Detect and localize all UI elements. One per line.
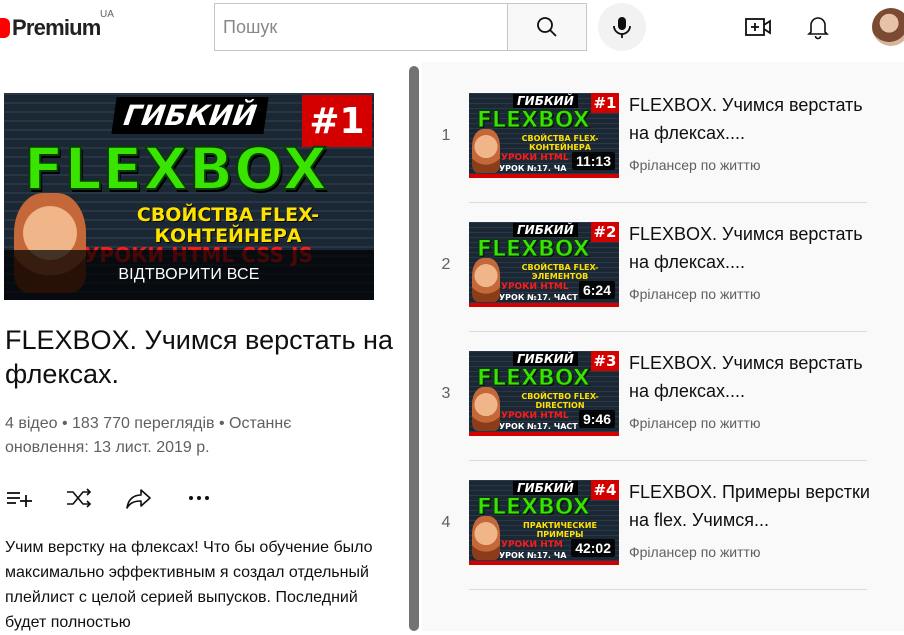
create-video-icon [745,18,771,36]
thumb-gibkiy-label: ГИБКИЙ [111,97,269,134]
avatar[interactable] [872,8,904,46]
list-item[interactable]: 1 ГИБКИЙ #1 FLEXBOX СВОЙСТВА FLEX-КОНТЕЙ… [422,93,904,222]
bell-icon [807,17,829,40]
video-thumbnail[interactable]: ГИБКИЙ #2 FLEXBOX СВОЙСТВА FLEX-ЭЛЕМЕНТО… [469,222,619,307]
search-box[interactable] [214,3,508,51]
video-index: 4 [441,514,451,531]
video-title[interactable]: FLEXBOX. Учимся верстать на флексах.... [629,91,879,147]
playlist-actions [6,486,226,510]
scrollbar[interactable] [409,66,419,631]
thumb-urok: УРОК №17. ЧА [499,551,567,560]
video-duration: 42:02 [571,539,615,557]
author-face-illustration [472,129,500,173]
search-button[interactable] [507,3,587,51]
thumb-subtitle: СВОЙСТВО FLEX-DIRECTION [521,392,599,410]
playlist-header-panel: ГИБКИЙ #1 FLEXBOX СВОЙСТВА FLEX-КОНТЕЙНЕ… [0,62,410,631]
thumb-urok: УРОК №17. ЧАСТ [499,293,578,302]
search-icon [537,17,557,37]
thumb-lessons: УРОКИ HTML [501,411,569,421]
thumb-subtitle: СВОЙСТВА FLEX-ЭЛЕМЕНТОВ [521,263,599,281]
create-button[interactable] [744,13,772,41]
add-to-queue-icon [7,492,32,507]
playlist-description: Учим верстку на флексах! Что бы обучение… [5,539,373,631]
thumb-urok: УРОК №17. ЧАСТ [499,422,578,431]
thumb-lessons: УРОКИ HTML [501,153,569,163]
thumb-number-badge: #3 [591,351,619,371]
thumb-red-bar [469,432,619,436]
author-face-illustration [472,516,500,560]
thumb-subtitle: СВОЙСТВА FLEX-КОНТЕЙНЕРА [136,204,320,247]
channel-name[interactable]: Фрілансер по життю [629,415,760,431]
channel-name[interactable]: Фрілансер по життю [629,157,760,173]
playlist-video-list: 1 ГИБКИЙ #1 FLEXBOX СВОЙСТВА FLEX-КОНТЕЙ… [422,62,904,631]
thumb-number-badge: #1 [591,93,619,113]
search-input[interactable] [223,16,508,38]
list-item[interactable]: 2 ГИБКИЙ #2 FLEXBOX СВОЙСТВА FLEX-ЭЛЕМЕН… [422,222,904,351]
thumb-subtitle: СВОЙСТВА FLEX-КОНТЕЙНЕРА [521,134,599,152]
thumb-gibkiy-label: ГИБКИЙ [513,94,578,108]
thumb-gibkiy-label: ГИБКИЙ [513,481,578,495]
thumb-lessons: УРОКИ HTML [501,282,569,292]
thumb-subtitle: ПРАКТИЧЕСКИЕ ПРИМЕРЫ [523,521,597,539]
add-to-queue-button[interactable] [6,486,32,510]
video-thumbnail[interactable]: ГИБКИЙ #4 FLEXBOX ПРАКТИЧЕСКИЕ ПРИМЕРЫ У… [469,480,619,565]
author-face-illustration [472,387,500,431]
thumb-urok: УРОК №17. ЧА [499,164,567,173]
thumb-red-bar [469,303,619,307]
top-header: Premium UA [0,0,904,56]
notifications-button[interactable] [804,13,832,41]
thumb-lessons: УРОКИ HTM [501,540,563,550]
thumb-red-bar [469,561,619,565]
thumb-flexbox-text: FLEXBOX [477,366,591,392]
video-title[interactable]: FLEXBOX. Учимся верстать на флексах.... [629,220,879,276]
mic-icon [613,17,631,38]
play-all-button[interactable]: ВІДТВОРИТИ ВСЕ [4,250,374,300]
video-duration: 11:13 [571,152,615,170]
video-title[interactable]: FLEXBOX. Учимся верстать на флексах.... [629,349,879,405]
thumb-flexbox-text: FLEXBOX [477,237,591,263]
video-thumbnail[interactable]: ГИБКИЙ #3 FLEXBOX СВОЙСТВО FLEX-DIRECTIO… [469,351,619,436]
thumb-flexbox-text: FLEXBOX [477,495,591,521]
playlist-stats: 4 відео • 183 770 переглядів • Останнє о… [5,415,292,456]
video-title[interactable]: FLEXBOX. Примеры верстки на flex. Учимся… [629,478,879,534]
youtube-premium-logo[interactable]: Premium [0,14,101,42]
play-all-label: ВІДТВОРИТИ ВСЕ [118,266,260,283]
video-index: 2 [441,256,451,273]
list-item[interactable]: 4 ГИБКИЙ #4 FLEXBOX ПРАКТИЧЕСКИЕ ПРИМЕРЫ… [422,480,904,609]
divider [469,202,867,203]
video-duration: 6:24 [578,281,615,299]
divider [469,460,867,461]
thumb-red-bar [469,174,619,178]
divider [469,331,867,332]
video-index: 3 [441,385,451,402]
playlist-thumbnail[interactable]: ГИБКИЙ #1 FLEXBOX СВОЙСТВА FLEX-КОНТЕЙНЕ… [4,93,374,300]
list-item[interactable]: 3 ГИБКИЙ #3 FLEXBOX СВОЙСТВО FLEX-DIRECT… [422,351,904,480]
video-thumbnail[interactable]: ГИБКИЙ #1 FLEXBOX СВОЙСТВА FLEX-КОНТЕЙНЕ… [469,93,619,178]
country-code: UA [100,9,114,20]
more-icon [189,496,209,500]
thumb-number-badge: #2 [591,222,619,242]
share-icon [126,489,151,509]
youtube-play-logo-icon [0,18,10,38]
logo-text: Premium [12,15,101,40]
divider [469,589,867,590]
more-options-button[interactable] [186,486,212,510]
playlist-title[interactable]: FLEXBOX. Учимся верстать на флексах. [5,323,400,391]
shuffle-button[interactable] [66,486,92,510]
thumb-gibkiy-label: ГИБКИЙ [513,352,578,366]
author-face-illustration [472,258,500,302]
video-index: 1 [441,127,451,144]
thumb-gibkiy-label: ГИБКИЙ [513,223,578,237]
channel-name[interactable]: Фрілансер по життю [629,544,760,560]
voice-search-button[interactable] [598,3,646,51]
channel-name[interactable]: Фрілансер по життю [629,286,760,302]
share-button[interactable] [126,486,152,510]
thumb-flexbox-text: FLEXBOX [23,134,329,204]
thumb-flexbox-text: FLEXBOX [477,108,591,134]
video-duration: 9:46 [578,410,615,428]
shuffle-icon [67,488,92,508]
thumb-number-badge: #4 [591,480,619,500]
